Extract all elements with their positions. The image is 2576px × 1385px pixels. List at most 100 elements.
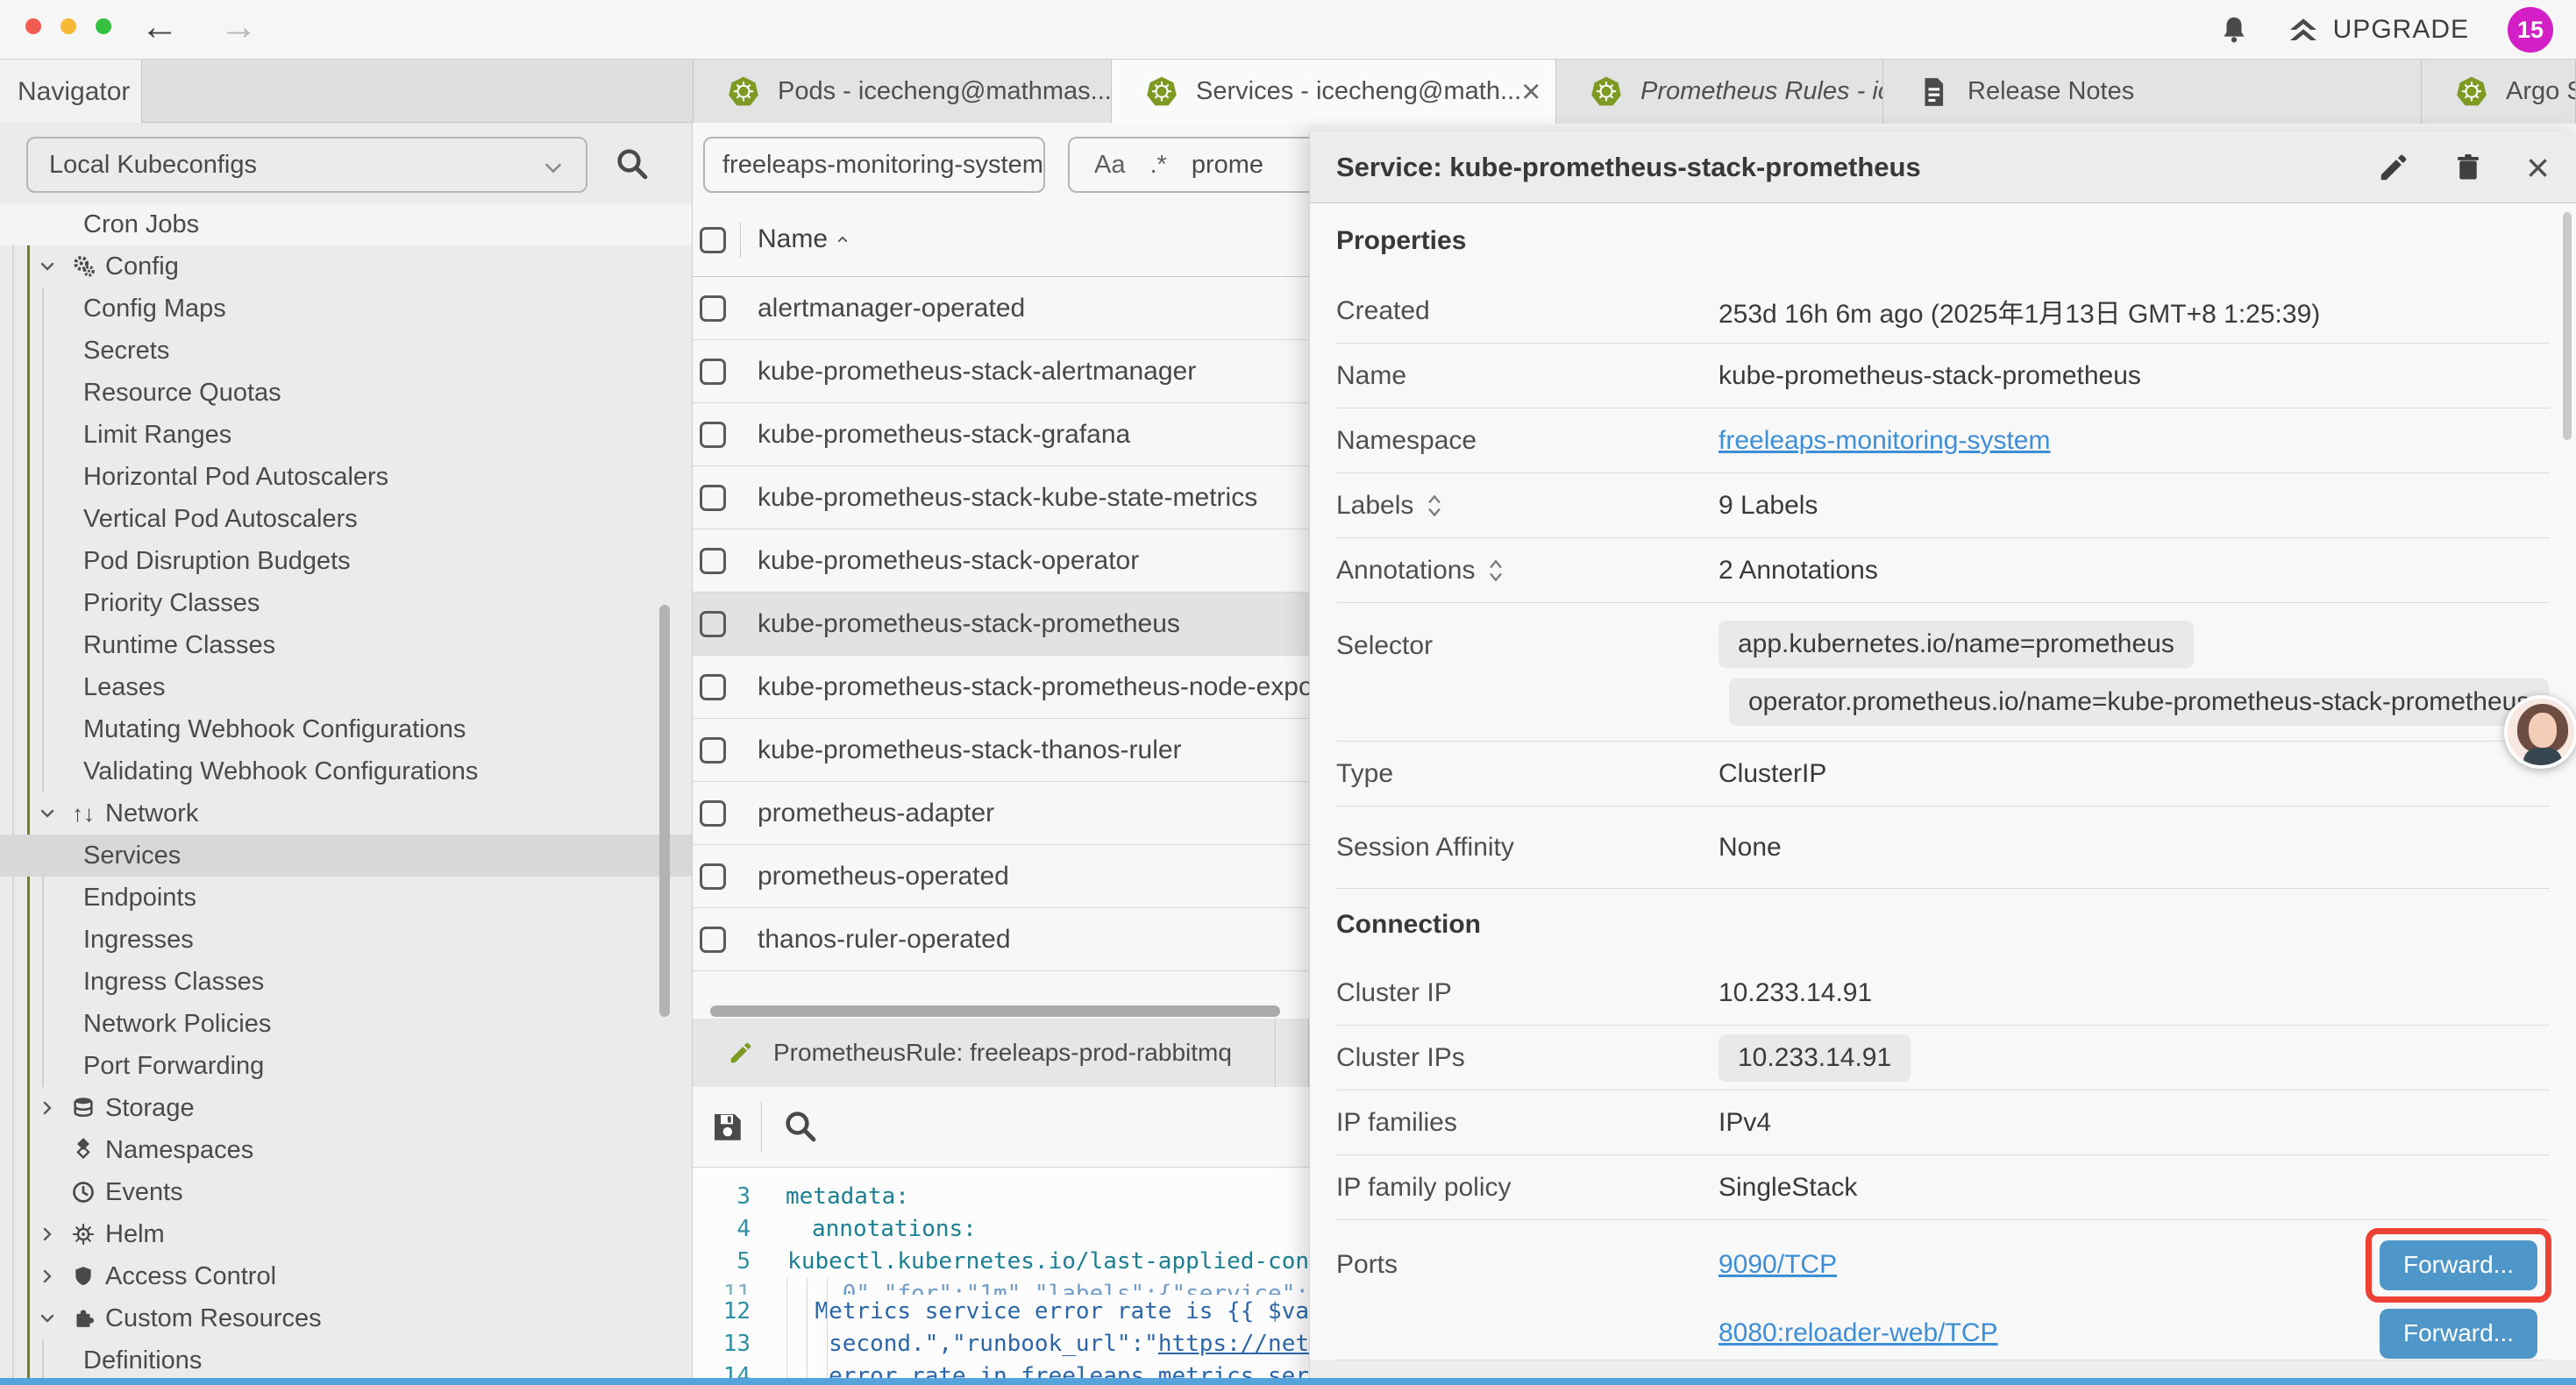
back-button[interactable]: ← (140, 5, 179, 49)
runbook-url-link[interactable]: https://net (1158, 1331, 1309, 1357)
table-row[interactable]: kube-prometheus-stack-thanos-ruler (693, 719, 1309, 782)
minimize-window-button[interactable] (60, 18, 76, 34)
tab-services-active[interactable]: Services - icecheng@math... × (1112, 60, 1556, 124)
panel-scrollbar[interactable] (2563, 212, 2572, 440)
editor-search-icon[interactable] (782, 1108, 819, 1145)
sidebar-item-validating-webhook-configurations[interactable]: Validating Webhook Configurations (0, 750, 692, 792)
sidebar-item-mutating-webhook-configurations[interactable]: Mutating Webhook Configurations (0, 708, 692, 750)
sidebar-item-limit-ranges[interactable]: Limit Ranges (0, 414, 692, 456)
horizontal-scrollbar[interactable] (710, 1005, 1280, 1017)
row-checkbox[interactable] (700, 927, 726, 953)
table-row[interactable]: kube-prometheus-stack-alertmanager (693, 340, 1309, 403)
sidebar-search-icon[interactable] (614, 146, 651, 182)
trash-icon[interactable] (2452, 151, 2484, 184)
sidebar-item-pod-disruption-budgets[interactable]: Pod Disruption Budgets (0, 540, 692, 582)
editor-tab-partial[interactable] (1277, 1019, 1309, 1087)
row-checkbox[interactable] (700, 485, 726, 511)
sidebar-item-helm[interactable]: Helm (0, 1213, 692, 1255)
sidebar-item-ingresses[interactable]: Ingresses (0, 919, 692, 961)
select-all-checkbox[interactable] (700, 227, 726, 253)
namespace-link[interactable]: freeleaps-monitoring-system (1719, 426, 2050, 456)
zoom-window-button[interactable] (96, 18, 111, 34)
forward-port-button[interactable]: Forward... (2380, 1309, 2537, 1359)
row-checkbox[interactable] (700, 611, 726, 637)
sidebar-item-config[interactable]: Config (0, 245, 692, 288)
close-window-button[interactable] (25, 18, 41, 34)
tab-release-notes[interactable]: Release Notes (1883, 60, 2422, 124)
forward-port-button[interactable]: Forward... (2380, 1240, 2537, 1290)
expand-toggle-icon[interactable] (1426, 493, 1443, 519)
table-row-selected[interactable]: kube-prometheus-stack-prometheus (693, 593, 1309, 656)
sidebar-item-horizontal-pod-autoscalers[interactable]: Horizontal Pod Autoscalers (0, 456, 692, 498)
sidebar-item-ingress-classes[interactable]: Ingress Classes (0, 961, 692, 1003)
sidebar-item-leases[interactable]: Leases (0, 666, 692, 708)
row-checkbox[interactable] (700, 295, 726, 322)
chevron-right-icon[interactable] (39, 1268, 56, 1285)
chevron-right-icon[interactable] (39, 1225, 56, 1243)
sidebar-item-access-control[interactable]: Access Control (0, 1255, 692, 1297)
table-row[interactable]: kube-prometheus-stack-kube-state-metrics (693, 466, 1309, 529)
sidebar-item-events[interactable]: Events (0, 1171, 692, 1213)
port-link[interactable]: 9090/TCP (1719, 1250, 1837, 1280)
port-link[interactable]: 8080:reloader-web/TCP (1719, 1318, 1998, 1348)
sidebar-item-network[interactable]: ↑↓ Network (0, 792, 692, 835)
upgrade-button[interactable]: UPGRADE (2288, 15, 2469, 45)
close-panel-icon[interactable]: × (2526, 147, 2550, 188)
chevron-down-icon[interactable] (39, 1310, 56, 1327)
table-row[interactable]: thanos-ruler-operated (693, 908, 1309, 971)
sidebar-scrollbar[interactable] (659, 605, 670, 1017)
row-checkbox[interactable] (700, 674, 726, 700)
row-checkbox[interactable] (700, 422, 726, 448)
case-sensitive-toggle[interactable]: Aa (1094, 151, 1125, 180)
sidebar-item-config-maps[interactable]: Config Maps (0, 288, 692, 330)
chevron-right-icon[interactable] (39, 1099, 56, 1117)
yaml-editor[interactable]: 3metadata: 4annotations: 5kubectl.kubern… (693, 1168, 1309, 1385)
save-icon[interactable] (708, 1108, 745, 1145)
tab-navigator[interactable]: Navigator (0, 60, 142, 124)
table-row[interactable]: kube-prometheus-stack-grafana (693, 403, 1309, 466)
sidebar-item-priority-classes[interactable]: Priority Classes (0, 582, 692, 624)
sort-ascending-icon[interactable] (833, 233, 852, 245)
notification-count-badge[interactable]: 15 (2508, 7, 2553, 53)
sidebar-item-services[interactable]: Services (0, 835, 692, 877)
row-checkbox[interactable] (700, 863, 726, 890)
edit-pencil-icon[interactable] (2377, 151, 2410, 184)
expand-toggle-icon[interactable] (1487, 558, 1505, 584)
table-row[interactable]: kube-prometheus-stack-operator (693, 529, 1309, 593)
name-column-header[interactable]: Name (758, 224, 828, 254)
sidebar-item-resource-quotas[interactable]: Resource Quotas (0, 372, 692, 414)
tab-prometheus-rules[interactable]: Prometheus Rules - icecheng... (1556, 60, 1883, 124)
notifications-bell-icon[interactable] (2219, 15, 2249, 45)
table-row[interactable]: prometheus-operated (693, 845, 1309, 908)
row-checkbox[interactable] (700, 548, 726, 574)
user-avatar[interactable] (2504, 695, 2576, 769)
sidebar-item-vertical-pod-autoscalers[interactable]: Vertical Pod Autoscalers (0, 498, 692, 540)
sidebar-item-storage[interactable]: Storage (0, 1087, 692, 1129)
table-row[interactable]: kube-prometheus-stack-prometheus-node-ex… (693, 656, 1309, 719)
close-tab-icon[interactable]: × (1521, 75, 1541, 109)
kubeconfig-select[interactable]: Local Kubeconfigs (26, 137, 587, 193)
forward-button[interactable]: → (219, 5, 258, 49)
sidebar-item-runtime-classes[interactable]: Runtime Classes (0, 624, 692, 666)
editor-tab-prometheusrule[interactable]: PrometheusRule: freeleaps-prod-rabbitmq (693, 1019, 1276, 1087)
chevron-down-icon[interactable] (39, 258, 56, 275)
chevron-down-icon[interactable] (39, 805, 56, 822)
table-row[interactable]: alertmanager-operated (693, 277, 1309, 340)
sidebar-item-namespaces[interactable]: Namespaces (0, 1129, 692, 1171)
table-row[interactable]: prometheus-adapter (693, 782, 1309, 845)
sidebar-item-secrets[interactable]: Secrets (0, 330, 692, 372)
row-checkbox[interactable] (700, 359, 726, 385)
resource-search-input[interactable]: Aa .* prome (1068, 137, 1309, 193)
row-checkbox[interactable] (700, 800, 726, 827)
sidebar-item-endpoints[interactable]: Endpoints (0, 877, 692, 919)
sidebar-item-network-policies[interactable]: Network Policies (0, 1003, 692, 1045)
tab-pods[interactable]: Pods - icecheng@mathmas... (693, 60, 1112, 124)
sidebar-item-custom-resources[interactable]: Custom Resources (0, 1297, 692, 1339)
sidebar-item-cron-jobs[interactable]: Cron Jobs (0, 203, 692, 245)
sidebar-item-port-forwarding[interactable]: Port Forwarding (0, 1045, 692, 1087)
namespace-select[interactable]: freeleaps-monitoring-system (703, 137, 1045, 193)
row-checkbox[interactable] (700, 737, 726, 764)
regex-toggle[interactable]: .* (1149, 151, 1166, 180)
tab-argo[interactable]: Argo Se (2422, 60, 2576, 124)
sidebar-item-definitions[interactable]: Definitions (0, 1339, 692, 1381)
